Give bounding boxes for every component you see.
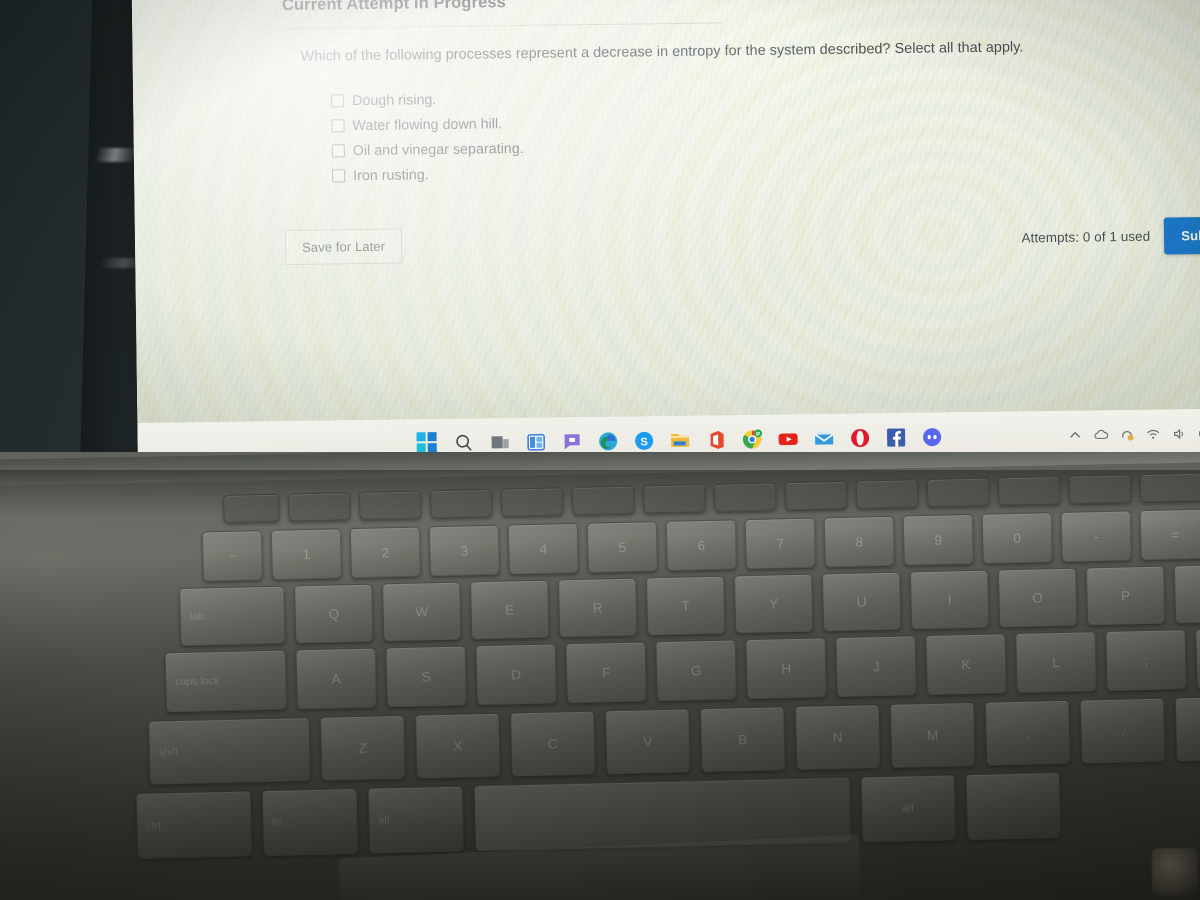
key-shift-left: shift	[148, 717, 311, 785]
cloud-icon[interactable]	[1094, 427, 1109, 442]
key-delete	[1139, 472, 1200, 503]
key-f2	[358, 490, 422, 520]
key-semicolon: ;	[1105, 629, 1187, 691]
system-tray	[1068, 425, 1200, 442]
svg-text:P: P	[756, 432, 760, 438]
photo-of-laptop: Current Attempt in Progress Which of the…	[0, 0, 1200, 900]
key-l: L	[1015, 631, 1097, 693]
key-q: Q	[294, 583, 374, 644]
laptop-base: ~ 1 2 3 4 5 6 7 8 9 0 - = tab Q W E R T …	[0, 452, 1200, 900]
key-bracket-left: [	[1173, 563, 1200, 624]
key-f9	[855, 479, 919, 509]
key-f10	[926, 477, 990, 507]
key-alt-left: alt	[367, 785, 465, 854]
chevron-up-icon[interactable]	[1068, 427, 1083, 442]
key-fn: fn	[261, 787, 359, 857]
key-equals: =	[1139, 508, 1200, 561]
key-0: 0	[981, 512, 1053, 564]
key-tilde: ~	[201, 530, 263, 582]
speaker-icon[interactable]	[1171, 426, 1186, 441]
key-f3	[429, 488, 493, 519]
key-y: Y	[733, 573, 814, 634]
key-b: B	[699, 706, 786, 773]
key-z: Z	[320, 714, 406, 781]
key-j: J	[835, 635, 917, 698]
wifi-icon[interactable]	[1146, 426, 1161, 441]
key-r: R	[558, 577, 638, 638]
key-caps-lock: caps lock	[164, 649, 287, 713]
key-3: 3	[428, 524, 500, 577]
key-w: W	[382, 581, 462, 642]
chat-icon[interactable]	[560, 430, 583, 453]
sync-badge-icon[interactable]	[1120, 426, 1135, 441]
edge-icon[interactable]	[596, 429, 619, 452]
key-f8	[784, 480, 848, 511]
skype-icon[interactable]: S	[632, 429, 655, 452]
key-u: U	[821, 571, 902, 632]
desk-object	[1152, 848, 1198, 896]
svg-text:S: S	[640, 436, 648, 448]
key-1: 1	[270, 528, 342, 580]
key-o: O	[997, 567, 1078, 628]
key-a: A	[295, 647, 377, 710]
browser-page: Current Attempt in Progress Which of the…	[130, 0, 1200, 434]
moire-pattern-fine	[130, 0, 1200, 424]
bezel-reflection	[94, 148, 140, 162]
key-c: C	[510, 710, 596, 777]
key-k: K	[925, 633, 1007, 696]
key-7: 7	[744, 517, 816, 570]
key-t: T	[646, 575, 726, 636]
key-slash: /	[1174, 695, 1200, 762]
key-v: V	[605, 708, 691, 775]
key-f6	[642, 484, 706, 514]
key-f11	[997, 475, 1061, 506]
key-x: X	[415, 712, 501, 779]
key-minus: -	[1060, 510, 1132, 562]
key-2: 2	[349, 526, 421, 579]
key-6: 6	[665, 519, 737, 571]
chrome-icon[interactable]: P	[740, 427, 763, 450]
key-f5	[571, 485, 635, 516]
key-h: H	[745, 637, 827, 700]
key-9: 9	[902, 513, 974, 566]
key-f4	[500, 487, 564, 517]
key-period: .	[1079, 697, 1166, 764]
key-g: G	[655, 639, 737, 702]
key-8: 8	[823, 515, 895, 568]
widgets-icon[interactable]	[525, 430, 548, 453]
key-f: F	[565, 641, 647, 704]
key-p: P	[1085, 565, 1166, 626]
office-icon[interactable]	[704, 428, 727, 451]
youtube-icon[interactable]	[776, 427, 799, 450]
key-ctrl-right	[965, 772, 1062, 841]
mail-icon[interactable]	[812, 426, 835, 449]
key-s: S	[385, 645, 467, 708]
screen-surface: Current Attempt in Progress Which of the…	[130, 0, 1200, 471]
key-4: 4	[507, 522, 579, 575]
file-explorer-icon[interactable]	[668, 428, 691, 451]
key-quote: '	[1195, 627, 1200, 689]
laptop-screen: Current Attempt in Progress Which of the…	[130, 0, 1200, 471]
key-f1	[288, 492, 351, 522]
key-f12	[1068, 474, 1132, 504]
task-view-icon[interactable]	[489, 431, 512, 454]
key-n: N	[794, 704, 881, 771]
physical-keyboard: ~ 1 2 3 4 5 6 7 8 9 0 - = tab Q W E R T …	[0, 452, 1200, 900]
key-f7	[713, 482, 777, 512]
key-esc	[223, 493, 280, 523]
key-alt-right: alt	[860, 774, 957, 843]
discord-icon[interactable]	[920, 425, 943, 448]
key-ctrl-left: ctrl	[135, 790, 253, 859]
key-i: I	[909, 569, 990, 630]
key-m: M	[889, 701, 976, 768]
facebook-icon[interactable]	[884, 425, 907, 448]
key-5: 5	[586, 521, 658, 573]
key-comma: ,	[984, 699, 1071, 766]
key-e: E	[470, 579, 550, 640]
key-d: D	[475, 643, 557, 706]
key-tab: tab	[179, 585, 286, 646]
search-icon[interactable]	[453, 431, 476, 454]
opera-icon[interactable]	[848, 426, 871, 449]
